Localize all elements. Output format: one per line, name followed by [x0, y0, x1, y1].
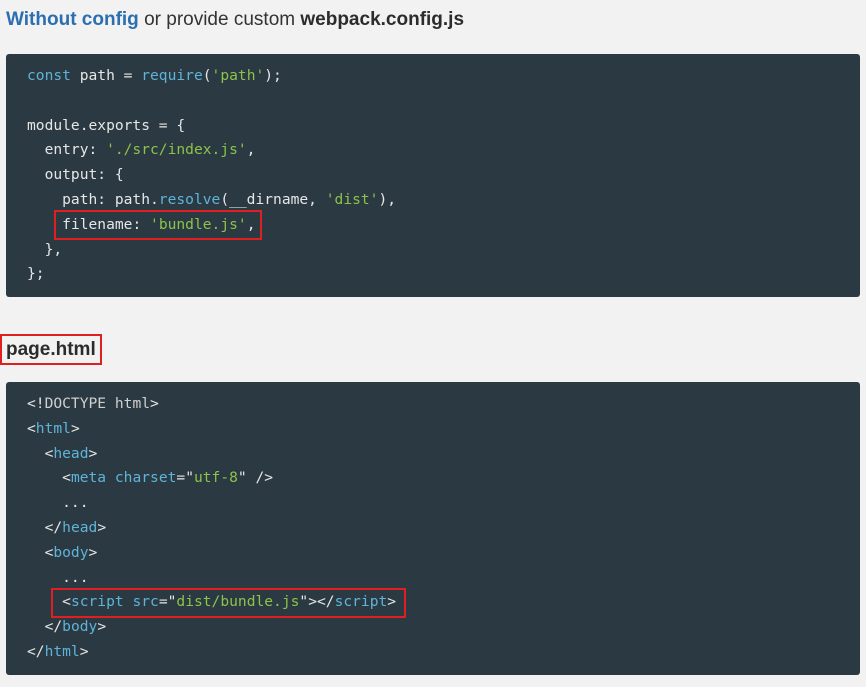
- code-punct: >: [97, 618, 107, 636]
- code-line: <head>: [27, 442, 396, 467]
- code-punct: </: [27, 618, 63, 636]
- code-line: ...: [27, 491, 396, 516]
- code-punct: =": [176, 469, 194, 487]
- code-punct: <: [27, 444, 54, 462]
- code-string: 'path': [211, 67, 265, 84]
- code-function: require: [141, 67, 203, 84]
- script-tag-highlight-box: [51, 588, 406, 618]
- code-punct: <: [27, 543, 54, 561]
- code-tag: html: [44, 642, 80, 660]
- code-punct: >: [88, 543, 98, 561]
- code-line: module.exports = {: [27, 114, 396, 139]
- code-text: };: [27, 265, 45, 283]
- code-punct: </: [27, 642, 45, 660]
- code-line: },: [27, 238, 396, 263]
- code-tag: body: [53, 543, 89, 561]
- code-text: path =: [70, 67, 142, 84]
- page-html-code: <!DOCTYPE html> <html> <head> <meta chars…: [27, 392, 396, 665]
- code-punct: (: [202, 67, 212, 84]
- code-line: </head>: [27, 516, 396, 541]
- code-tag: meta: [70, 469, 107, 487]
- code-punct: >: [88, 444, 98, 462]
- code-punct: <!: [27, 395, 45, 412]
- code-punct: <: [27, 469, 71, 487]
- code-line: <meta charset="utf-8" />: [27, 466, 396, 491]
- filename-highlight-box: [54, 210, 262, 240]
- intro-text: Without config or provide custom webpack…: [6, 8, 464, 32]
- code-punct: ,: [246, 141, 256, 159]
- code-line: ...: [27, 566, 396, 591]
- code-line: <!DOCTYPE html>: [27, 392, 396, 417]
- code-line: </body>: [27, 615, 396, 640]
- code-attribute: charset: [114, 469, 177, 487]
- code-line: entry: './src/index.js',: [27, 138, 396, 163]
- code-line: const path = require('path');: [27, 64, 396, 89]
- page-html-highlight-box: [0, 334, 102, 365]
- code-text: path: path.: [27, 190, 159, 208]
- without-config-link[interactable]: Without config: [6, 9, 139, 30]
- code-tag: head: [53, 444, 89, 462]
- code-punct: >: [150, 395, 159, 412]
- code-tag: html: [35, 419, 71, 437]
- code-string: './src/index.js': [106, 141, 247, 159]
- intro-middle-text: or provide custom: [138, 9, 301, 30]
- code-punct: " />: [237, 469, 274, 487]
- code-text: module.exports = {: [27, 116, 186, 134]
- code-keyword: const: [27, 67, 71, 84]
- code-doctype: DOCTYPE html: [44, 395, 151, 412]
- code-ellipsis: ...: [27, 568, 89, 586]
- code-line: <body>: [27, 541, 396, 566]
- code-line: output: {: [27, 163, 396, 188]
- code-line: </html>: [27, 640, 396, 665]
- webpack-config-code-block: const path = require('path'); module.exp…: [6, 54, 860, 297]
- code-line: <html>: [27, 417, 396, 442]
- code-punct: >: [97, 518, 107, 536]
- code-text: (__dirname,: [220, 190, 326, 208]
- code-punct: </: [27, 518, 63, 536]
- code-text: },: [27, 240, 63, 258]
- code-punct: <: [27, 419, 36, 437]
- code-tag: body: [62, 618, 98, 636]
- code-string: 'dist': [325, 190, 379, 208]
- page-html-code-block: <!DOCTYPE html> <html> <head> <meta chars…: [6, 382, 860, 675]
- code-line: };: [27, 262, 396, 287]
- code-ellipsis: ...: [27, 494, 89, 512]
- code-punct: >: [79, 642, 89, 660]
- code-punct: >: [70, 419, 80, 437]
- code-punct: ),: [378, 190, 397, 208]
- code-text: entry:: [27, 141, 107, 159]
- code-tag: head: [62, 518, 98, 536]
- code-string: utf-8: [193, 469, 238, 487]
- code-punct: );: [264, 67, 282, 84]
- webpack-config-code: const path = require('path'); module.exp…: [27, 64, 396, 287]
- code-function: resolve: [158, 190, 221, 208]
- config-filename: webpack.config.js: [300, 9, 465, 30]
- code-text: output: {: [27, 166, 124, 184]
